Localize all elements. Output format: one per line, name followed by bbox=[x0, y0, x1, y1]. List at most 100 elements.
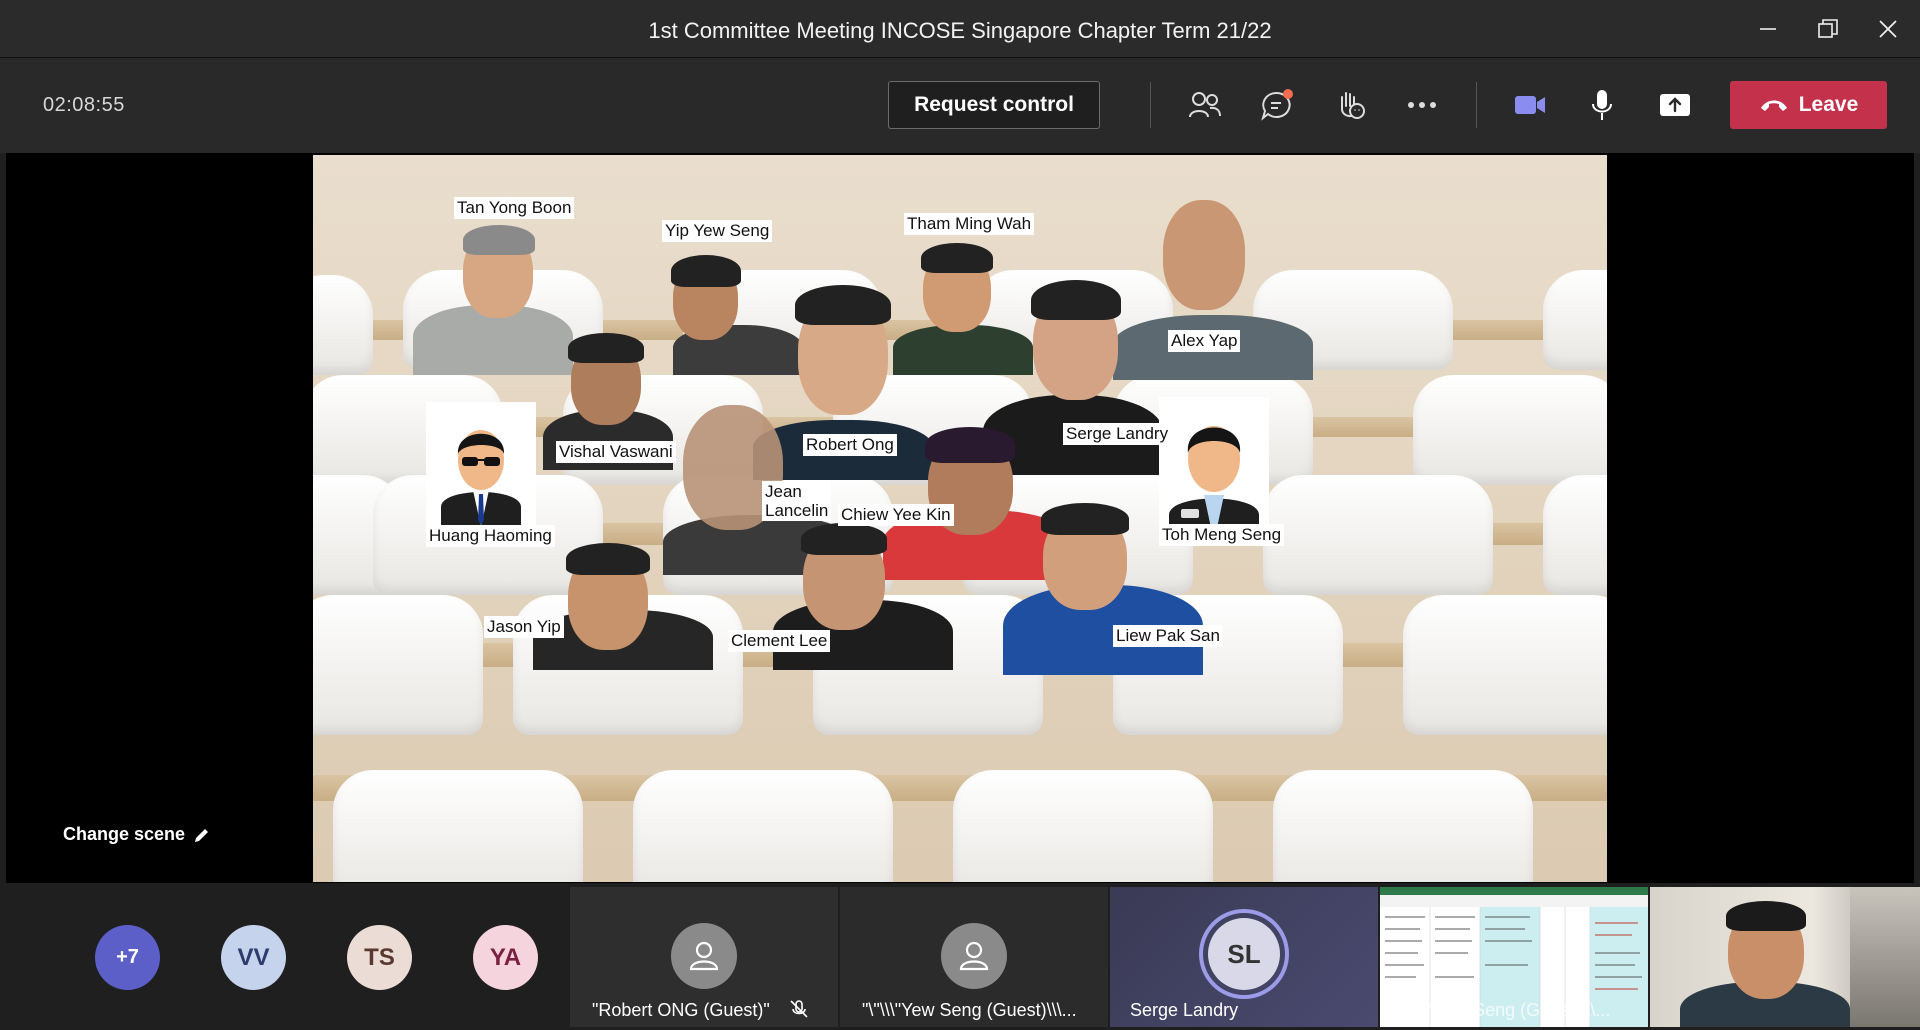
participant-avatar[interactable]: TS bbox=[347, 925, 412, 990]
chat-icon bbox=[1261, 89, 1293, 121]
share-button[interactable] bbox=[1651, 83, 1699, 127]
participants-icon bbox=[1189, 92, 1221, 118]
leave-button[interactable]: Leave bbox=[1730, 81, 1887, 129]
seat bbox=[953, 770, 1213, 882]
participant-hair bbox=[568, 333, 644, 363]
raise-hand-button[interactable] bbox=[1326, 83, 1374, 127]
participant-hair bbox=[801, 523, 887, 555]
participant-name-tag: Jean Lancelin bbox=[762, 481, 832, 521]
person-icon bbox=[959, 941, 989, 971]
close-window-button[interactable] bbox=[1868, 12, 1908, 46]
screen-share-tile[interactable]: \"\\\"Yew Seng (Guest)\\\... bbox=[1380, 887, 1648, 1027]
minimize-button[interactable] bbox=[1748, 12, 1788, 46]
participant-hair bbox=[463, 225, 535, 255]
seat bbox=[313, 595, 483, 735]
participant-name-tag: Alex Yap bbox=[1168, 330, 1241, 352]
participant-avatar[interactable]: VV bbox=[221, 925, 286, 990]
participant-video bbox=[893, 325, 1033, 375]
participants-button[interactable] bbox=[1181, 83, 1229, 127]
participant-name-tag: Liew Pak San bbox=[1113, 625, 1223, 647]
camera-icon bbox=[1515, 96, 1545, 114]
seat bbox=[633, 770, 893, 882]
meeting-title: 1st Committee Meeting INCOSE Singapore C… bbox=[648, 18, 1272, 43]
participant-name-tag: Huang Haoming bbox=[426, 525, 555, 547]
self-video-tile[interactable] bbox=[1650, 887, 1920, 1027]
speaking-ring: SL bbox=[1199, 909, 1289, 999]
participant-tile-label: "Robert ONG (Guest)" bbox=[592, 999, 809, 1021]
participant-avatar[interactable]: YA bbox=[473, 925, 538, 990]
person-icon bbox=[689, 941, 719, 971]
avatar-card bbox=[1159, 397, 1269, 542]
seat bbox=[333, 770, 583, 882]
participant-name-tag: Toh Meng Seng bbox=[1159, 524, 1285, 546]
share-icon bbox=[1660, 94, 1690, 116]
mic-muted-icon bbox=[790, 1000, 808, 1018]
leave-label: Leave bbox=[1798, 93, 1859, 116]
participant-name-tag: Serge Landry bbox=[1063, 423, 1172, 445]
participant-hair bbox=[1031, 280, 1121, 320]
title-bar: 1st Committee Meeting INCOSE Singapore C… bbox=[0, 0, 1920, 58]
self-hair bbox=[1726, 901, 1806, 931]
seat bbox=[1273, 770, 1533, 882]
meeting-timer: 02:08:55 bbox=[43, 94, 125, 116]
microphone-icon bbox=[1592, 90, 1612, 120]
toolbar-divider bbox=[1150, 82, 1151, 128]
participant-name-tag: Chiew Yee Kin bbox=[838, 504, 954, 526]
participant-name-tag: Vishal Vaswani bbox=[556, 441, 676, 463]
pencil-icon bbox=[195, 828, 209, 842]
participant-hair bbox=[925, 427, 1015, 463]
person-avatar-icon bbox=[441, 430, 521, 527]
guest-avatar bbox=[671, 923, 737, 989]
participant-name-tag: Tham Ming Wah bbox=[904, 213, 1035, 235]
person-avatar-icon bbox=[1169, 426, 1259, 542]
toolbar-divider bbox=[1476, 82, 1477, 128]
seat bbox=[313, 275, 373, 375]
seat bbox=[1413, 375, 1607, 485]
seat bbox=[1263, 475, 1493, 595]
more-options-button[interactable] bbox=[1398, 83, 1446, 127]
more-icon bbox=[1408, 102, 1436, 108]
guest-avatar bbox=[941, 923, 1007, 989]
restore-icon bbox=[1818, 19, 1838, 38]
participant-face bbox=[1163, 200, 1245, 310]
chat-button[interactable] bbox=[1253, 83, 1301, 127]
microphone-button[interactable] bbox=[1578, 83, 1626, 127]
participant-name-tag: Tan Yong Boon bbox=[454, 197, 575, 219]
raise-hand-icon bbox=[1341, 92, 1365, 119]
participant-tile[interactable]: "Robert ONG (Guest)" bbox=[570, 887, 838, 1027]
participant-name-tag: Clement Lee bbox=[728, 630, 831, 652]
participant-hair bbox=[1041, 503, 1129, 535]
participant-hair bbox=[566, 543, 650, 575]
hang-up-icon bbox=[1760, 100, 1787, 111]
background-window bbox=[1850, 887, 1920, 1027]
participant-avatar: SL bbox=[1208, 918, 1280, 990]
participant-name-tag: Yip Yew Seng bbox=[662, 220, 773, 242]
participant-name: "Robert ONG (Guest)" bbox=[592, 1000, 770, 1020]
participant-name: "\"\\\"Yew Seng (Guest)\\\... bbox=[862, 1000, 1077, 1020]
participant-hair bbox=[921, 243, 993, 273]
spreadsheet-toolbar bbox=[1380, 895, 1648, 907]
request-control-button[interactable]: Request control bbox=[888, 81, 1100, 129]
participant-tile[interactable]: "\"\\\"Yew Seng (Guest)\\\... bbox=[840, 887, 1108, 1027]
meeting-stage: Tan Yong Boon Yip Yew Seng Tham Ming Wah… bbox=[6, 153, 1914, 883]
participant-name-tag: Robert Ong bbox=[803, 434, 897, 456]
together-mode-scene: Tan Yong Boon Yip Yew Seng Tham Ming Wah… bbox=[313, 155, 1607, 882]
seat bbox=[1543, 475, 1607, 595]
seat bbox=[1543, 270, 1607, 370]
seat bbox=[1403, 595, 1607, 735]
meeting-toolbar: 02:08:55 Request control Leave bbox=[0, 58, 1920, 153]
participant-hair bbox=[795, 285, 891, 325]
participant-name: Serge Landry bbox=[1130, 1000, 1239, 1020]
overflow-participants-button[interactable]: +7 bbox=[95, 925, 160, 990]
change-scene-button[interactable]: Change scene bbox=[63, 824, 211, 845]
participant-tile[interactable]: SL Serge Landry bbox=[1110, 887, 1378, 1027]
participant-name-tag: Jason Yip bbox=[484, 616, 564, 638]
minimize-icon bbox=[1760, 28, 1776, 30]
participant-strip: +7 VV TS YA "Robert ONG (Guest)" "\"\\\"… bbox=[0, 885, 1920, 1030]
restore-button[interactable] bbox=[1808, 12, 1848, 46]
participant-hair bbox=[671, 255, 741, 287]
screen-share-label: \"\\\"Yew Seng (Guest)\\\... bbox=[1402, 1000, 1611, 1020]
close-icon bbox=[1879, 20, 1897, 38]
camera-button[interactable] bbox=[1506, 83, 1554, 127]
avatar-card bbox=[426, 402, 536, 527]
